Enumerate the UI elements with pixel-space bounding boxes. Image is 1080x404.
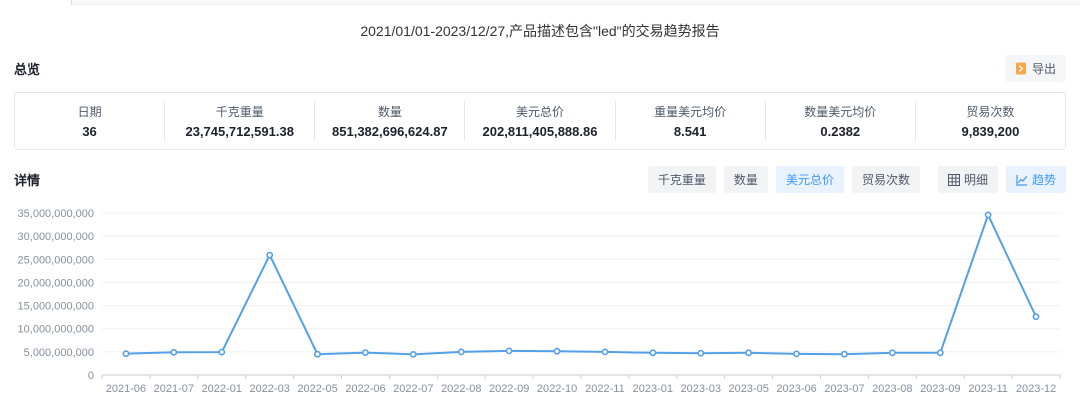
x-axis-tick-label: 2021-06	[106, 383, 146, 395]
trend-line-icon	[1016, 174, 1028, 186]
x-axis-tick-label: 2023-06	[776, 383, 816, 395]
data-point-marker	[505, 347, 513, 355]
data-point-marker	[745, 349, 752, 357]
metric-tab-group: 千克重量 数量 美元总价 贸易次数	[647, 166, 920, 193]
stat-label: 数量美元均价	[804, 105, 877, 119]
metric-tab-2[interactable]: 数量	[723, 166, 768, 193]
page-title: 2021/01/01-2023/12/27,产品描述包含"led"的交易趋势报告	[360, 23, 720, 39]
stat-item: 美元总价 202,811,405,888.86	[465, 101, 616, 141]
table-grid-icon	[947, 173, 960, 186]
x-axis-tick-label: 2023-09	[920, 383, 960, 395]
x-axis-tick-label: 2022-07	[393, 383, 433, 395]
data-point-marker	[697, 349, 705, 357]
view-tab-1[interactable]: 明细	[937, 166, 998, 193]
y-axis-tick-label: 15,000,000,000	[18, 301, 94, 313]
stat-value: 851,382,696,624.87	[332, 124, 448, 139]
data-point-marker	[218, 348, 226, 356]
x-axis-tick-label: 2022-06	[345, 383, 385, 395]
y-axis-tick-label: 5,000,000,000	[24, 347, 94, 359]
stat-item: 千克重量 23,745,712,591.38	[165, 101, 316, 141]
stat-value: 36	[82, 124, 97, 139]
data-point-marker	[1032, 313, 1040, 321]
export-button[interactable]: 导出	[1004, 55, 1066, 82]
stat-value: 23,745,712,591.38	[185, 124, 294, 139]
details-header: 详情 千克重量 数量 美元总价 贸易次数 明细 趋势	[14, 166, 1066, 193]
browser-tab-edge	[0, 0, 72, 5]
stat-label: 日期	[77, 105, 102, 119]
y-axis-tick-label: 35,000,000,000	[18, 208, 94, 220]
stat-item: 重量美元均价 8.541	[616, 101, 766, 141]
window-top-strip	[0, 0, 1080, 5]
y-axis-tick-label: 25,000,000,000	[18, 254, 94, 266]
overview-stats: 日期 36 千克重量 23,745,712,591.38 数量 851,382,696,6…	[14, 92, 1066, 150]
x-axis-tick-label: 2023-01	[633, 383, 673, 395]
data-point-marker	[409, 350, 417, 358]
export-file-icon	[1015, 62, 1027, 75]
stat-value: 8.541	[673, 124, 707, 139]
x-axis-tick-label: 2022-05	[297, 383, 337, 395]
y-axis-tick-label: 0	[88, 370, 94, 382]
stat-item: 日期 36	[15, 101, 166, 141]
view-tab-1-label: 明细	[963, 173, 988, 187]
x-axis-tick-label: 2023-08	[872, 383, 912, 395]
data-point-marker	[889, 349, 896, 357]
stat-label: 数量	[377, 105, 402, 119]
x-axis-tick-label: 2022-11	[585, 383, 625, 395]
metric-tab-3[interactable]: 美元总价	[775, 166, 844, 193]
stat-label: 贸易次数	[966, 105, 1015, 119]
x-axis-tick-label: 2022-10	[537, 383, 577, 395]
details-tab-groups: 千克重量 数量 美元总价 贸易次数 明细 趋势	[647, 166, 1066, 193]
x-axis-tick-label: 2023-05	[728, 383, 768, 395]
trend-chart-container: 0 5,000,000,000 10,000,000,000 15,000,000,0…	[14, 205, 1066, 404]
view-tab-2[interactable]: 趋势	[1005, 166, 1066, 193]
x-axis-tick-label: 2022-08	[441, 383, 481, 395]
metric-tab-2-label: 数量	[733, 173, 758, 187]
data-point-marker	[841, 350, 848, 358]
metric-tab-1-label: 千克重量	[657, 173, 706, 187]
view-tab-group: 明细 趋势	[937, 166, 1066, 193]
y-axis-tick-label: 10,000,000,000	[18, 324, 94, 336]
stat-label: 重量美元均价	[654, 105, 727, 119]
x-axis-tick-label: 2023-03	[681, 383, 721, 395]
view-tab-2-label: 趋势	[1031, 173, 1056, 187]
x-axis-tick-label: 2022-03	[249, 383, 289, 395]
details-section-label: 详情	[14, 173, 41, 188]
data-point-marker	[984, 211, 992, 219]
metric-tab-3-label: 美元总价	[785, 173, 834, 187]
data-point-marker	[314, 350, 321, 358]
stat-item: 数量 851,382,696,624.87	[315, 101, 466, 141]
x-axis-tick-label: 2021-07	[154, 383, 194, 395]
x-axis-tick-label: 2022-01	[202, 383, 242, 395]
stat-item: 数量美元均价 0.2382	[766, 101, 916, 141]
data-point-marker	[170, 348, 178, 356]
x-axis-tick-label: 2023-12	[1016, 383, 1056, 395]
data-point-marker	[553, 347, 561, 355]
trend-line-chart: 0 5,000,000,000 10,000,000,000 15,000,000,0…	[18, 208, 1061, 395]
overview-section-label: 总览	[14, 62, 41, 77]
data-point-marker	[649, 349, 657, 357]
metric-tab-4[interactable]: 贸易次数	[851, 166, 920, 193]
metric-tab-1[interactable]: 千克重量	[647, 166, 716, 193]
data-point-marker	[122, 350, 130, 358]
data-point-marker	[457, 348, 465, 356]
y-axis-tick-label: 20,000,000,000	[18, 277, 94, 289]
stat-value: 202,811,405,888.86	[482, 124, 598, 139]
export-button-label: 导出	[1031, 62, 1056, 76]
stat-item: 贸易次数 9,839,200	[916, 101, 1065, 141]
stat-label: 美元总价	[515, 105, 564, 119]
x-axis-tick-label: 2022-09	[489, 383, 529, 395]
data-point-marker	[361, 349, 369, 356]
x-axis-tick-label: 2023-11	[968, 383, 1008, 395]
data-point-marker	[936, 349, 944, 357]
overview-header: 总览 导出	[14, 55, 1066, 82]
stat-value: 0.2382	[820, 124, 861, 139]
data-point-marker	[793, 350, 800, 358]
y-axis-tick-label: 30,000,000,000	[18, 231, 94, 243]
x-axis-tick-label: 2023-07	[824, 383, 864, 395]
metric-tab-4-label: 贸易次数	[861, 173, 910, 187]
stat-value: 9,839,200	[961, 124, 1020, 139]
data-point-marker	[266, 251, 274, 259]
stat-label: 千克重量	[215, 105, 264, 119]
data-point-marker	[601, 348, 609, 356]
